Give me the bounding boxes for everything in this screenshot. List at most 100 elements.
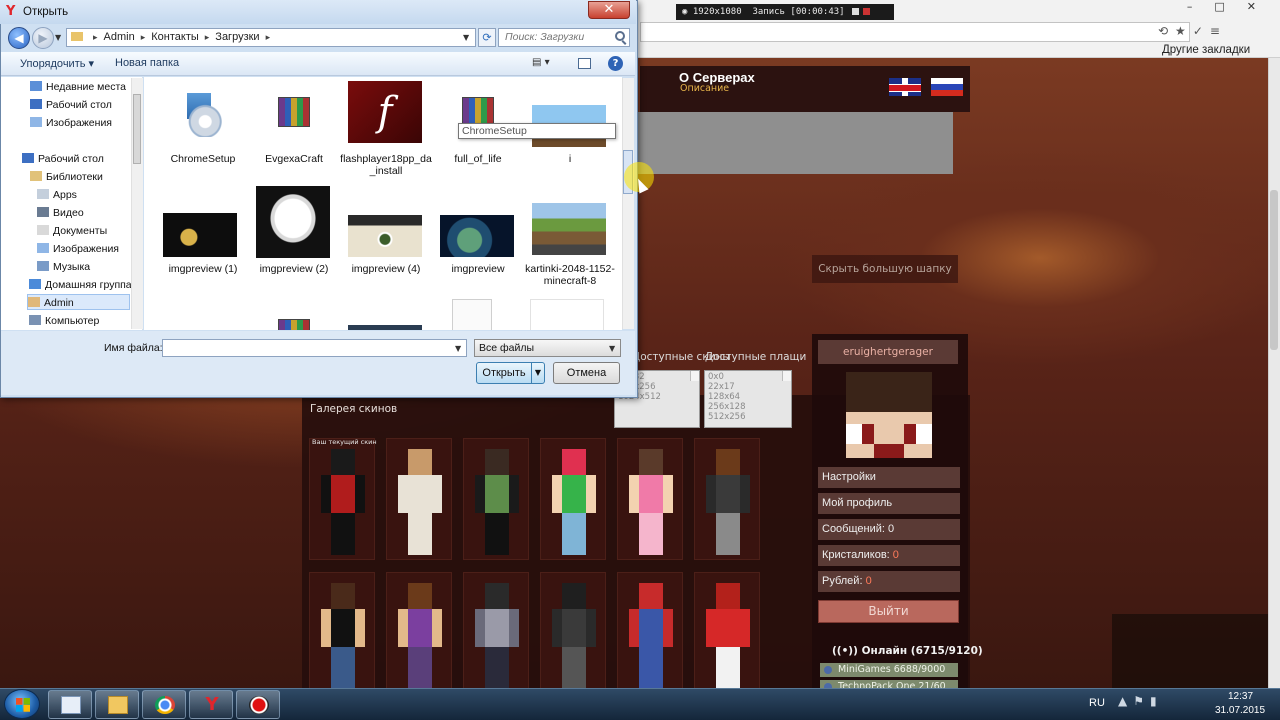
stop-icon[interactable] xyxy=(863,8,871,15)
skin-card[interactable] xyxy=(694,572,760,694)
list-scrollbar[interactable] xyxy=(690,371,699,381)
chevron-down-icon[interactable]: ▼ xyxy=(609,344,615,353)
nav-item-video[interactable]: Видео xyxy=(37,205,84,221)
size-option[interactable]: 22x17 xyxy=(708,382,788,392)
nav-item-recent[interactable]: Недавние места xyxy=(30,79,126,95)
cancel-button[interactable]: Отмена xyxy=(553,362,620,384)
list-scrollbar[interactable] xyxy=(782,371,791,381)
back-button[interactable]: ◀ xyxy=(8,27,30,49)
preview-pane-button[interactable] xyxy=(578,58,591,69)
breadcrumb-item[interactable]: Загрузки xyxy=(215,31,259,43)
nav-item-homegroup[interactable]: Домашняя группа xyxy=(29,277,132,293)
nav-item-apps[interactable]: Apps xyxy=(37,187,77,203)
forward-button[interactable]: ▶ xyxy=(32,27,54,49)
skin-card[interactable] xyxy=(463,572,529,694)
taskbar-app-recorder[interactable] xyxy=(236,690,280,719)
file-item[interactable]: EvgexaCraft xyxy=(248,79,338,189)
nav-item-pictures[interactable]: Изображения xyxy=(37,241,119,257)
hide-header-button[interactable]: Скрыть большую шапку xyxy=(812,255,958,283)
close-button[interactable]: ✕ xyxy=(588,1,630,19)
refresh-button[interactable]: ⟳ xyxy=(478,28,496,47)
file-item[interactable]: imgpreview (4) xyxy=(340,189,430,299)
skin-card[interactable] xyxy=(386,438,452,560)
size-option[interactable]: 0x0 xyxy=(708,372,788,382)
start-button[interactable] xyxy=(4,689,40,719)
nav-item-documents[interactable]: Документы xyxy=(37,223,107,239)
file-item[interactable] xyxy=(524,295,614,330)
russian-flag-icon[interactable] xyxy=(931,78,963,96)
rubles-button[interactable]: Рублей: 0 xyxy=(818,571,960,592)
nav-item-libraries[interactable]: Библиотеки xyxy=(30,169,103,185)
skin-card[interactable] xyxy=(386,572,452,694)
crystals-button[interactable]: Кристаликов: 0 xyxy=(818,545,960,566)
taskbar-app-explorer[interactable] xyxy=(95,690,139,719)
file-item[interactable]: ChromeSetup xyxy=(157,79,247,189)
chevron-right-icon[interactable]: ▸ xyxy=(93,32,98,42)
filename-history-dropdown[interactable]: ▼ xyxy=(455,344,461,353)
size-option[interactable]: 512x256 xyxy=(708,412,788,422)
other-bookmarks-button[interactable]: Другие закладки xyxy=(1162,44,1250,56)
clock-date[interactable]: 31.07.2015 xyxy=(1215,705,1265,716)
view-options-button[interactable]: ▤ ▾ xyxy=(532,57,550,68)
taskbar-app-yandex[interactable]: Y xyxy=(189,690,233,719)
file-item[interactable]: kartinki-2048-1152-minecraft-8 xyxy=(524,189,615,299)
nav-item-images[interactable]: Изображения xyxy=(30,115,112,131)
skin-card[interactable] xyxy=(617,438,683,560)
breadcrumb-dropdown[interactable]: ▼ xyxy=(463,33,469,42)
system-tray-icons[interactable]: ▲⚑▮ xyxy=(1118,694,1163,708)
filetype-select[interactable]: Все файлы xyxy=(474,339,621,357)
search-box[interactable] xyxy=(498,28,630,47)
nav-item-desktop[interactable]: Рабочий стол xyxy=(30,97,112,113)
skin-card[interactable] xyxy=(309,572,375,694)
skin-card[interactable] xyxy=(617,572,683,694)
breadcrumb[interactable]: ▸ Admin ▸ Контакты ▸ Загрузки ▸ xyxy=(66,28,476,47)
recent-locations-dropdown[interactable]: ▼ xyxy=(55,33,61,42)
server-row[interactable]: MiniGames 6688/9000 xyxy=(820,663,958,677)
logout-button[interactable]: Выйти xyxy=(818,600,959,623)
nav-item-music[interactable]: Музыка xyxy=(37,259,90,275)
my-profile-button[interactable]: Мой профиль xyxy=(818,493,960,514)
english-flag-icon[interactable] xyxy=(889,78,921,96)
nav-item-desktop-root[interactable]: Рабочий стол xyxy=(22,151,104,167)
search-icon[interactable] xyxy=(615,31,625,41)
nav-pane-scrollbar-thumb[interactable] xyxy=(133,94,141,164)
size-option[interactable]: 128x64 xyxy=(708,392,788,402)
language-indicator[interactable]: RU xyxy=(1089,697,1105,709)
file-item[interactable]: imgpreview (2) xyxy=(248,186,338,299)
file-item[interactable]: imgpreview xyxy=(432,189,522,299)
file-item[interactable] xyxy=(432,295,522,330)
nav-item-computer[interactable]: Компьютер xyxy=(29,313,99,329)
chevron-right-icon[interactable]: ▸ xyxy=(266,32,271,42)
skin-card[interactable] xyxy=(540,438,606,560)
taskbar-app-chrome[interactable] xyxy=(142,690,186,719)
open-button[interactable]: Открыть xyxy=(476,362,532,384)
skin-card[interactable] xyxy=(694,438,760,560)
organize-button[interactable]: Упорядочить ▾ xyxy=(20,57,94,70)
file-item[interactable] xyxy=(248,295,338,330)
browser-extension-icons[interactable]: ⟲★✓≡ xyxy=(1158,24,1278,38)
taskbar-app-docs[interactable] xyxy=(48,690,92,719)
search-input[interactable] xyxy=(505,29,613,45)
file-item[interactable]: imgpreview (1) xyxy=(157,189,247,299)
file-item[interactable]: f flashplayer18pp_da_install xyxy=(340,79,432,189)
size-option[interactable]: 256x128 xyxy=(708,402,788,412)
new-folder-button[interactable]: Новая папка xyxy=(115,57,179,69)
skin-card[interactable]: Ваш текущий скин xyxy=(309,438,377,560)
browser-window-controls[interactable]: –□✕ xyxy=(1150,0,1278,16)
clock-time[interactable]: 12:37 xyxy=(1228,691,1253,702)
server-row[interactable]: TechnoPack One 21/60 xyxy=(820,680,958,688)
camera-icon[interactable] xyxy=(852,8,860,15)
chevron-right-icon[interactable]: ▸ xyxy=(141,32,146,42)
cape-sizes-list[interactable]: 0x0 22x17 128x64 256x128 512x256 xyxy=(704,370,792,428)
address-bar[interactable] xyxy=(640,22,1190,42)
skin-card[interactable] xyxy=(540,572,606,694)
breadcrumb-item[interactable]: Контакты xyxy=(151,31,199,43)
file-item[interactable] xyxy=(340,295,430,330)
filename-input[interactable] xyxy=(162,339,467,357)
help-button[interactable]: ? xyxy=(608,56,623,71)
breadcrumb-item[interactable]: Admin xyxy=(104,31,135,43)
open-options-dropdown[interactable]: ▼ xyxy=(532,362,545,384)
skin-card[interactable] xyxy=(463,438,529,560)
file-list-scrollbar[interactable] xyxy=(622,78,634,329)
dialog-titlebar[interactable] xyxy=(0,0,636,24)
